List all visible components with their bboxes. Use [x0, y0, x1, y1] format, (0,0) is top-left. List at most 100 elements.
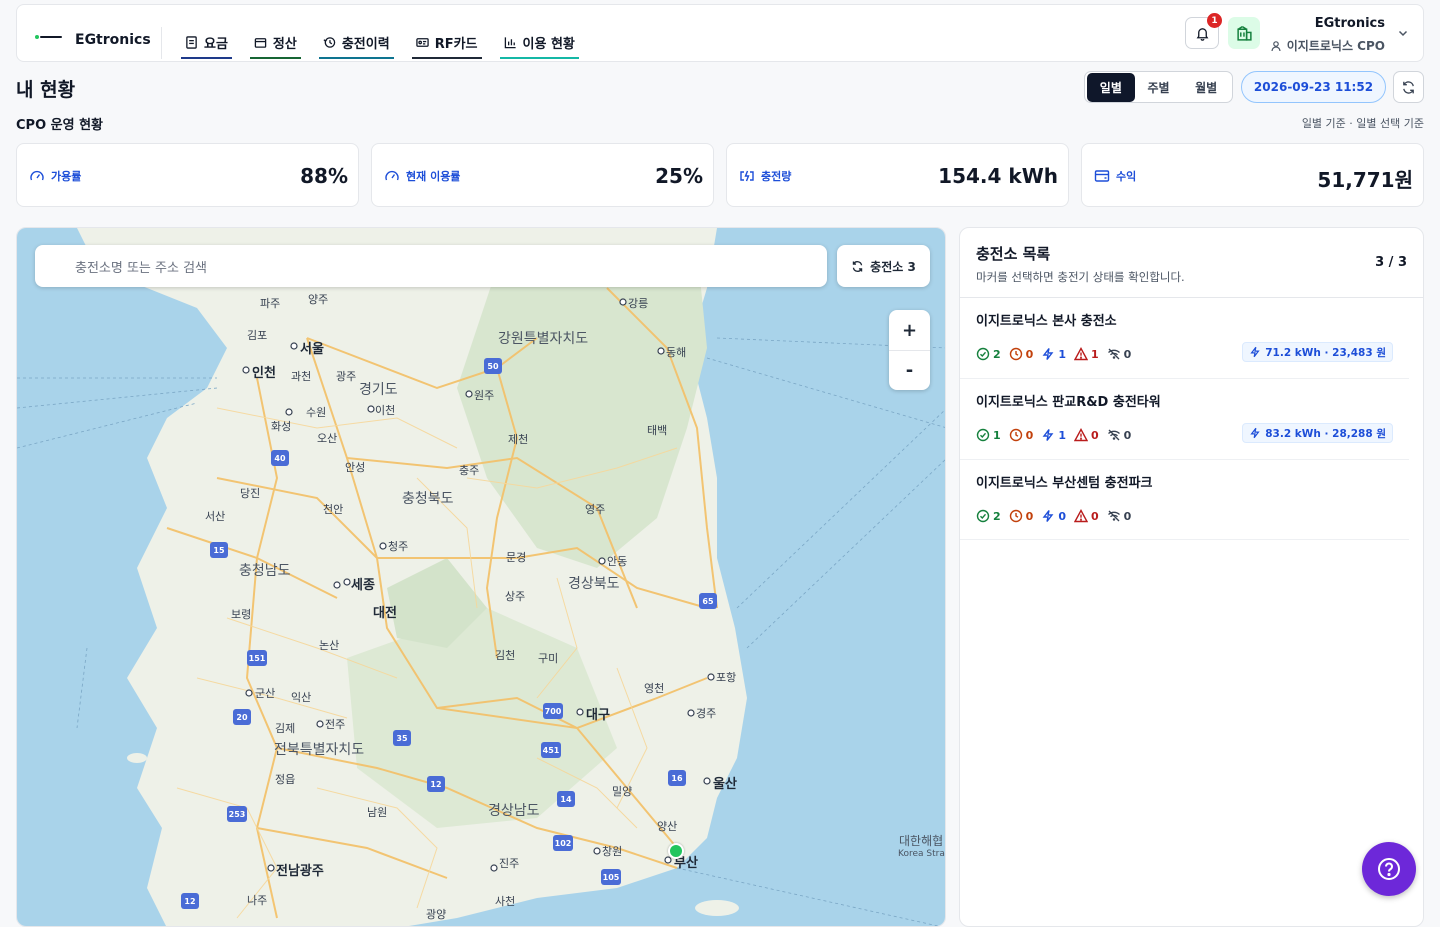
map-label-city: 영천: [644, 682, 665, 695]
svg-text:16: 16: [671, 774, 683, 783]
map-label-city: 대구: [586, 708, 610, 723]
clock-icon: [1009, 428, 1022, 442]
map-label-province: 충청남도: [239, 563, 291, 579]
notifications-button[interactable]: 1: [1185, 13, 1222, 49]
lightning-icon: [1042, 348, 1054, 360]
refresh-button[interactable]: [1393, 71, 1424, 103]
wifi-off-icon: [1107, 510, 1120, 522]
bar-chart-icon: [504, 37, 516, 49]
status-count: 0: [1123, 428, 1132, 442]
svg-text:12: 12: [184, 897, 195, 906]
period-tab-daily[interactable]: 일별: [1087, 72, 1135, 102]
status-waiting: 0: [1009, 347, 1034, 361]
svg-text:700: 700: [545, 707, 562, 716]
chevron-down-icon[interactable]: [1397, 27, 1409, 39]
station-list-subtitle: 마커를 선택하면 충전기 상태를 확인합니다.: [976, 270, 1185, 284]
station-list-item[interactable]: 이지트로닉스 부산센텀 충전파크 2 0 0 0 0: [960, 460, 1409, 540]
map-label-province: 충청북도: [402, 491, 454, 507]
map-label-city: 파주: [260, 297, 281, 310]
kpi-label: 수익: [1094, 168, 1136, 184]
map-label-city: 양주: [308, 293, 329, 306]
period-tab-weekly[interactable]: 주별: [1135, 73, 1183, 102]
map-label-city: 김제: [275, 722, 296, 735]
nav-tab-label: RF카드: [434, 37, 478, 52]
svg-text:15: 15: [213, 546, 225, 555]
nav-tab-label: 요금: [204, 37, 228, 52]
warning-icon: [1073, 509, 1088, 523]
zoom-in-button[interactable]: +: [889, 310, 930, 350]
nav-tab-rfcard[interactable]: RF카드: [411, 31, 482, 59]
zoom-out-button[interactable]: -: [889, 350, 930, 390]
brand-name[interactable]: EGtronics: [75, 32, 151, 48]
map-label-city: 전남광주: [276, 864, 324, 879]
station-energy: 83.2 kWh · 28,288 원: [1265, 427, 1386, 440]
station-count-button[interactable]: 충전소 3: [837, 245, 930, 287]
wallet-icon: [254, 38, 267, 48]
status-offline: 0: [1107, 347, 1131, 361]
status-count: 1: [993, 428, 1001, 442]
map-label-sea: 대한해협: [899, 834, 944, 848]
status-error: 0: [1073, 428, 1099, 442]
station-list-panel: 충전소 목록 마커를 선택하면 충전기 상태를 확인합니다. 3 / 3 이지트…: [959, 227, 1424, 927]
map-label-city: 당진: [240, 487, 261, 500]
clock-icon: [1009, 347, 1022, 361]
status-count: 0: [1090, 509, 1099, 523]
svg-text:12: 12: [430, 780, 441, 789]
station-list-item[interactable]: 이지트로닉스 본사 충전소 2 0 1 1 0 71.2 kWh · 23,48…: [960, 298, 1409, 379]
section-title: CPO 운영 현황: [16, 118, 104, 133]
nav-tab-usage[interactable]: 이용 현황: [499, 31, 579, 59]
map-label-city: 천안: [323, 503, 344, 516]
map-label-city: 과천: [291, 370, 312, 383]
org-switch-button[interactable]: [1228, 17, 1260, 49]
map-base: 50 40 15 151 20 35 12 253 12 700 451 14 …: [17, 228, 945, 926]
user-name: EGtronics: [1314, 16, 1385, 31]
station-status-counts: 2 0 0 0 0: [976, 509, 1131, 523]
status-waiting: 0: [1009, 428, 1033, 442]
kpi-value: 25%: [655, 164, 703, 188]
map-label-province: 경기도: [359, 382, 398, 398]
map-label-city: 사천: [495, 895, 516, 908]
battery-charging-icon: [740, 170, 754, 182]
station-map[interactable]: 50 40 15 151 20 35 12 253 12 700 451 14 …: [16, 227, 946, 927]
status-count: 0: [1025, 347, 1034, 361]
map-label-province: 전북특별자치도: [274, 742, 365, 758]
map-label-province: 경상남도: [488, 803, 540, 819]
gauge-icon: [385, 170, 399, 181]
map-label-province: 경상북도: [568, 576, 620, 592]
station-name: 이지트로닉스 판교R&D 충전타워: [976, 395, 1161, 410]
map-label-city: 충주: [459, 464, 480, 477]
map-label-city: 진주: [499, 857, 520, 870]
period-tab-monthly[interactable]: 월별: [1182, 73, 1230, 102]
section-note: 일별 기준 · 일별 선택 기준: [1301, 117, 1424, 130]
map-label-city: 상주: [505, 590, 526, 603]
nav-tab-history[interactable]: 충전이력: [318, 31, 394, 59]
map-label-city: 세종: [351, 578, 375, 593]
kpi-label-text: 현재 이용률: [406, 170, 461, 183]
user-icon: [1271, 40, 1281, 51]
map-label-city: 강릉: [628, 297, 649, 310]
bell-icon: [1196, 27, 1208, 41]
map-label-city: 인천: [252, 366, 276, 381]
status-charging: 1: [1041, 428, 1066, 442]
clock-icon: [1009, 509, 1022, 523]
kpi-value: 51,771원: [1317, 168, 1413, 192]
date-picker[interactable]: 2026-09-23 11:52: [1241, 71, 1386, 103]
station-list-count: 3 / 3: [1375, 255, 1407, 270]
station-list-title: 충전소 목록: [976, 245, 1051, 263]
nav-tab-rates[interactable]: 요금: [181, 31, 232, 59]
station-list-item[interactable]: 이지트로닉스 판교R&D 충전타워 1 0 1 0 0 83.2 kWh · 2…: [960, 379, 1409, 460]
map-search-input[interactable]: 충전소명 또는 주소 검색: [35, 245, 827, 287]
check-circle-icon: [976, 347, 990, 361]
lightning-icon: [1042, 510, 1054, 522]
user-role: 이지트로닉스 CPO: [1270, 37, 1385, 54]
station-energy-badge: 83.2 kWh · 28,288 원: [1242, 423, 1393, 443]
nav-tab-settlement[interactable]: 정산: [249, 31, 301, 59]
kpi-label-text: 수익: [1116, 170, 1137, 183]
map-label-city: 대전: [373, 606, 397, 621]
map-label-city: 김포: [247, 329, 268, 342]
status-available: 2: [976, 347, 1001, 361]
help-button[interactable]: [1362, 842, 1416, 896]
map-label-province: 강원특별자치도: [498, 331, 589, 347]
check-circle-icon: [976, 509, 990, 523]
station-marker[interactable]: [668, 843, 684, 859]
